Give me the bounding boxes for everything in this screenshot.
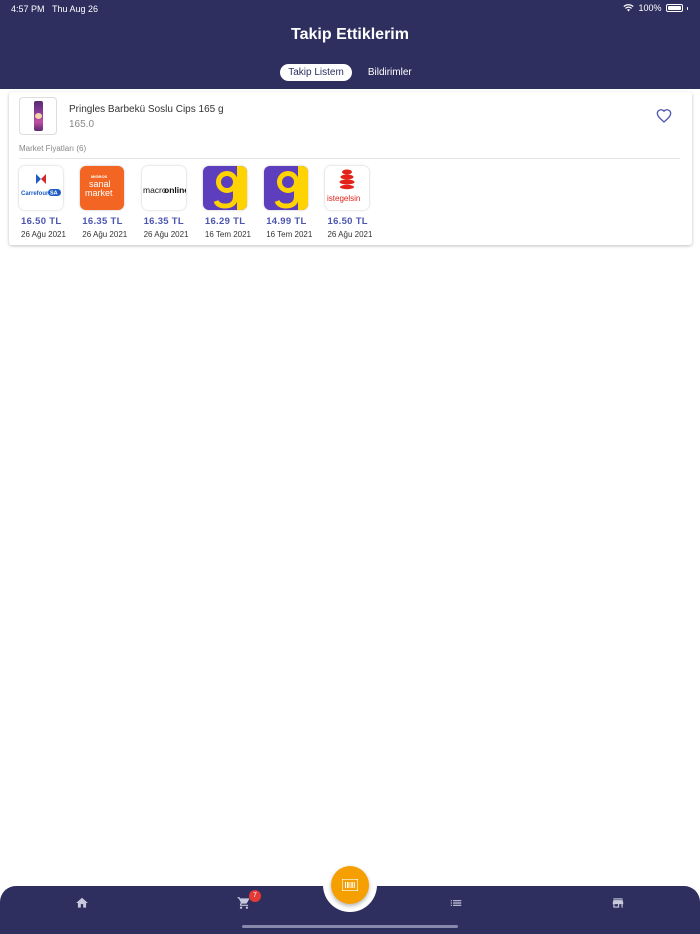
status-time: 4:57 PM — [11, 4, 45, 14]
list-icon[interactable] — [448, 896, 464, 910]
barcode-scan-button[interactable] — [331, 866, 369, 904]
market-price: 16.35 TL — [82, 216, 123, 227]
market-list: Carrefour SA 16.50 TL 26 Ağu 2021 MIGROS… — [19, 166, 387, 239]
carrefour-text: Carrefour — [21, 191, 49, 197]
getir-logo — [202, 166, 247, 210]
status-bar: 4:57 PM Thu Aug 26 100% — [0, 0, 700, 18]
app-header: 4:57 PM Thu Aug 26 100% Takip Ettiklerim… — [0, 0, 700, 89]
store-icon[interactable] — [610, 896, 626, 910]
battery-percent: 100% — [638, 3, 662, 13]
sa-text: SA — [50, 191, 58, 197]
home-icon[interactable] — [74, 896, 90, 910]
product-image — [19, 97, 57, 135]
favorite-heart-icon[interactable] — [656, 108, 672, 124]
market-item[interactable]: MIGROS sanal market 16.35 TL 26 Ağu 2021 — [80, 166, 141, 239]
market-item[interactable]: 14.99 TL 16 Tem 2021 — [264, 166, 325, 239]
product-card[interactable]: Pringles Barbekü Soslu Cips 165 g 165.0 … — [9, 92, 692, 245]
product-name: Pringles Barbekü Soslu Cips 165 g — [69, 104, 224, 115]
tab-bildirimler[interactable]: Bildirimler — [360, 64, 420, 81]
market-item[interactable]: Carrefour SA 16.50 TL 26 Ağu 2021 — [19, 166, 80, 239]
market-price: 16.35 TL — [143, 216, 185, 227]
divider — [19, 158, 680, 159]
market-date: 26 Ağu 2021 — [21, 230, 66, 239]
market-date: 16 Tem 2021 — [204, 230, 251, 239]
barcode-icon — [342, 879, 358, 891]
status-date: Thu Aug 26 — [52, 4, 99, 14]
market-text: market — [85, 188, 113, 198]
market-price: 16.50 TL — [327, 216, 368, 227]
market-date: 16 Tem 2021 — [266, 230, 313, 239]
cart-badge: 7 — [249, 890, 261, 902]
online-text: online — [164, 185, 186, 195]
tab-takip-listem[interactable]: Takip Listem — [280, 64, 352, 81]
market-price: 16.50 TL — [21, 216, 62, 227]
home-indicator — [242, 925, 458, 928]
page-title: Takip Ettiklerim — [291, 26, 409, 43]
market-prices-label: Market Fiyatları (6) — [19, 144, 87, 153]
istegelsin-logo: istegelsin — [325, 166, 370, 210]
market-date: 26 Ağu 2021 — [82, 230, 128, 239]
market-price: 14.99 TL — [266, 216, 307, 227]
market-item[interactable]: 16.29 TL 16 Tem 2021 — [202, 166, 264, 239]
istegelsin-text: istegelsin — [327, 194, 360, 203]
market-price: 16.29 TL — [204, 216, 246, 227]
getir-logo — [264, 166, 309, 210]
migros-sanal-market-logo: MIGROS sanal market — [80, 166, 125, 210]
wifi-icon — [623, 4, 635, 12]
pringles-can-icon — [33, 101, 43, 131]
product-value: 165.0 — [69, 119, 95, 130]
battery-icon — [665, 4, 683, 12]
carrefoursa-logo: Carrefour SA — [19, 166, 63, 210]
status-indicators: 100% — [623, 3, 688, 13]
market-item[interactable]: istegelsin 16.50 TL 26 Ağu 2021 — [325, 166, 386, 239]
market-date: 26 Ağu 2021 — [327, 230, 373, 239]
tab-bar: Takip Listem Bildirimler — [0, 64, 700, 81]
macro-online-logo: macro online — [141, 166, 186, 210]
market-item[interactable]: macro online 16.35 TL 26 Ağu 2021 — [141, 166, 203, 239]
battery-tip — [686, 6, 688, 10]
market-date: 26 Ağu 2021 — [143, 230, 189, 239]
